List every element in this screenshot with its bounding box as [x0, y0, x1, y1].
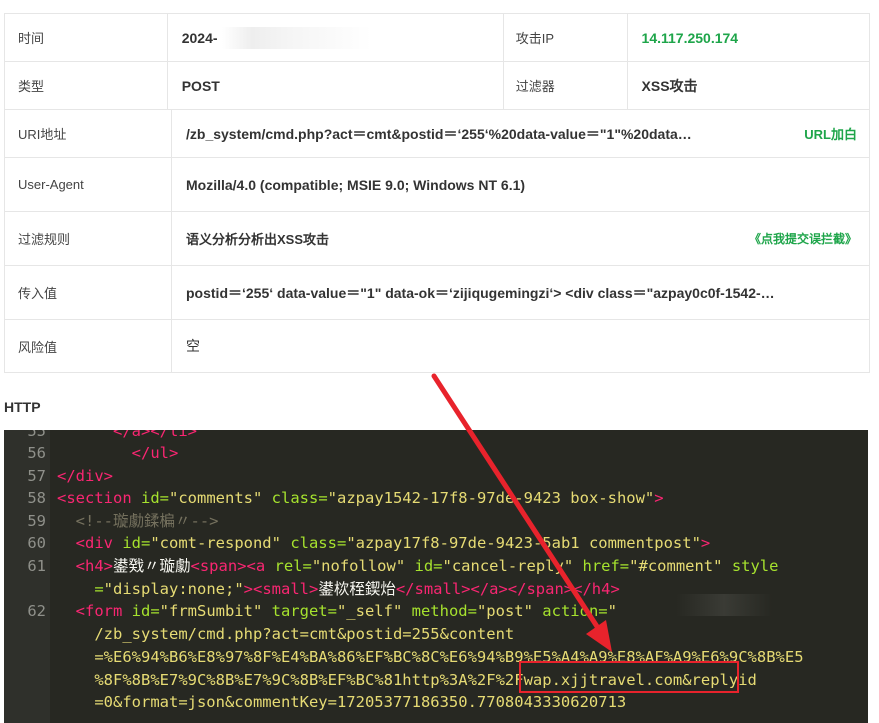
highlight-box	[519, 661, 739, 693]
annotation-arrow	[431, 373, 612, 652]
